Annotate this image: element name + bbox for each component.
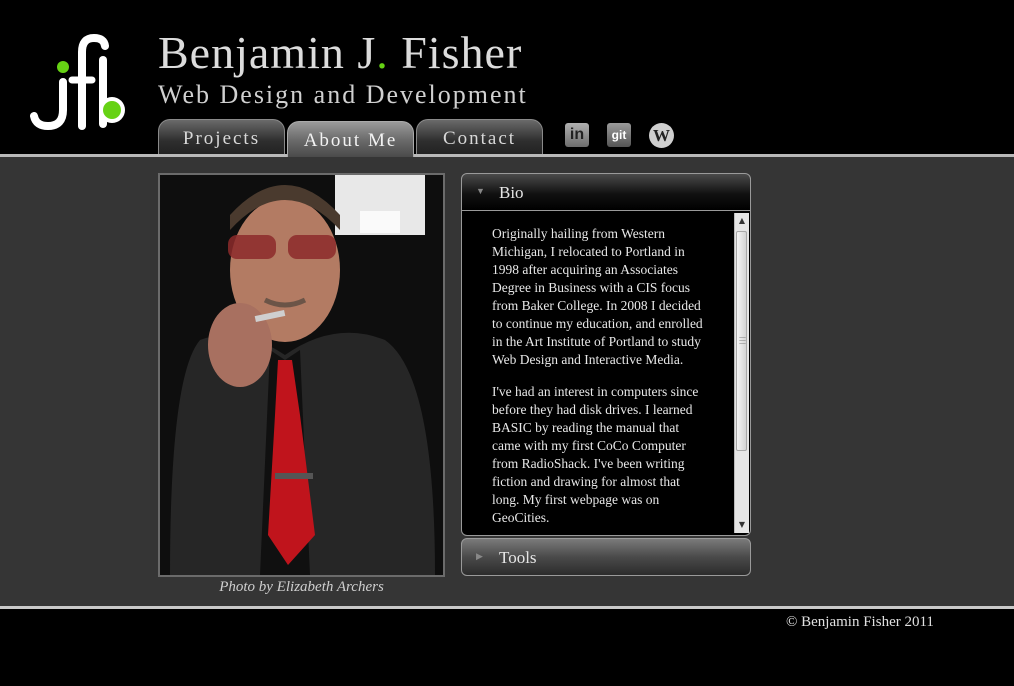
bio-text: Originally hailing from Western Michigan… [492,225,707,535]
portrait-photo [158,173,445,577]
grip-icon: — — — [739,333,746,347]
tab-contact[interactable]: Contact [416,119,543,155]
scroll-up-arrow-icon[interactable]: ▲ [735,213,749,229]
accordion-bio-header[interactable]: ▼ Bio [461,173,751,211]
bio-scrollbar[interactable]: ▲ — — — ▼ [734,213,749,533]
bio-paragraph: I've had an interest in computers since … [492,384,699,525]
linkedin-icon[interactable]: in [565,123,589,147]
site-header: Benjamin J. Fisher Web Design and Develo… [0,0,1014,157]
site-subtitle: Web Design and Development [158,80,528,109]
site-title-dot: . [376,27,389,78]
git-icon[interactable]: git [607,123,631,147]
accordion-bio-label: Bio [499,183,524,202]
jfb-logo[interactable] [30,30,130,132]
photo-caption: Photo by Elizabeth Archers [219,579,384,595]
copyright-text: © Benjamin Fisher 2011 [786,614,934,630]
site-title: Benjamin J. Fisher [158,30,522,76]
scroll-down-arrow-icon[interactable]: ▼ [735,517,749,533]
bio-panel: Originally hailing from Western Michigan… [461,211,751,536]
tab-projects[interactable]: Projects [158,119,285,155]
site-title-first: Benjamin J [158,27,377,78]
tab-about-me[interactable]: About Me [287,121,414,157]
portrait-image [160,175,443,575]
scrollbar-thumb[interactable]: — — — [736,231,747,451]
caret-right-icon: ▶ [476,551,483,561]
caret-down-icon: ▼ [476,186,485,196]
accordion-tools-label: Tools [499,548,537,567]
accordion-tools-header[interactable]: ▶ Tools [461,538,751,576]
wordpress-icon[interactable]: W [649,123,674,148]
site-title-last: Fisher [388,27,523,78]
bio-paragraph: Originally hailing from Western Michigan… [492,226,703,367]
